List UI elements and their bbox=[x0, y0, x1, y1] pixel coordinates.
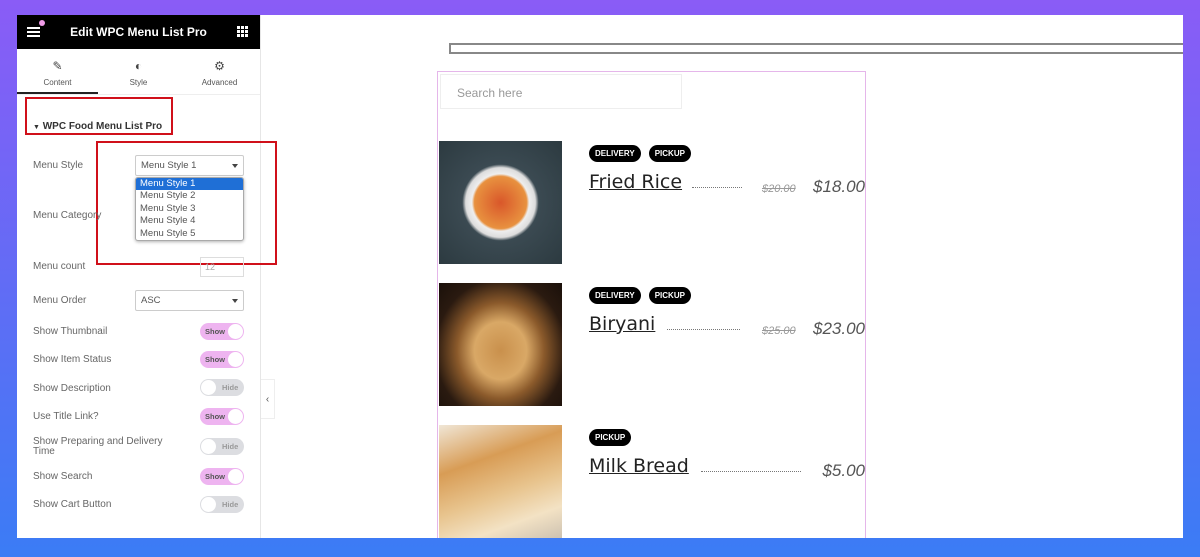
panel-header: Edit WPC Menu List Pro bbox=[17, 15, 260, 49]
milk-bread-thumbnail bbox=[439, 425, 562, 538]
menu-style-select[interactable]: Menu Style 1 bbox=[135, 155, 244, 176]
menu-style-dropdown: Menu Style 1 Menu Style 2 Menu Style 3 M… bbox=[135, 177, 244, 241]
item-title-link[interactable]: Fried Rice bbox=[589, 171, 682, 193]
caret-down-icon: ▼ bbox=[33, 124, 40, 131]
editor-frame: Edit WPC Menu List Pro ✎ Content ◐ Style ⚙… bbox=[17, 15, 1183, 538]
status-badge: PICKUP bbox=[648, 287, 691, 304]
menu-list-widget: Search here DELIVERY PICKUP Fried Rice $2… bbox=[437, 71, 866, 538]
use-title-link-toggle[interactable]: Show bbox=[200, 408, 244, 425]
fried-rice-thumbnail bbox=[439, 141, 562, 264]
hamburger-menu-icon[interactable] bbox=[27, 27, 40, 39]
collapse-panel-button[interactable]: ‹ bbox=[261, 379, 275, 419]
status-badge: PICKUP bbox=[589, 429, 632, 446]
toggle-label: Use Title Link? bbox=[33, 411, 99, 422]
old-price: $25.00 bbox=[762, 325, 796, 337]
show-description-toggle[interactable]: Hide bbox=[200, 379, 244, 396]
notification-dot bbox=[39, 20, 45, 26]
price: $18.00 bbox=[813, 177, 865, 196]
menu-style-label: Menu Style bbox=[33, 160, 84, 171]
dropdown-option[interactable]: Menu Style 5 bbox=[136, 228, 243, 240]
show-thumbnail-toggle[interactable]: Show bbox=[200, 323, 244, 340]
widgets-grid-icon[interactable] bbox=[237, 26, 248, 37]
menu-count-input[interactable]: 12 bbox=[200, 257, 244, 277]
tab-style[interactable]: ◐ Style bbox=[98, 49, 179, 94]
contrast-icon: ◐ bbox=[134, 59, 143, 73]
tab-label: Advanced bbox=[201, 78, 238, 87]
panel-tabs: ✎ Content ◐ Style ⚙ Advanced bbox=[17, 49, 260, 95]
toggle-label: Show Preparing and Delivery Time bbox=[33, 436, 163, 457]
dropdown-option[interactable]: Menu Style 3 bbox=[136, 203, 243, 215]
status-badge: DELIVERY bbox=[589, 287, 641, 304]
dropdown-option[interactable]: Menu Style 2 bbox=[136, 190, 243, 202]
item-title-link[interactable]: Milk Bread bbox=[589, 455, 689, 477]
toggle-label: Show Description bbox=[33, 383, 111, 394]
menu-count-label: Menu count bbox=[33, 261, 86, 272]
status-badge: PICKUP bbox=[648, 145, 691, 162]
toggle-label: Show Thumbnail bbox=[33, 326, 108, 337]
toggle-label: Show Item Status bbox=[33, 354, 112, 365]
tab-content[interactable]: ✎ Content bbox=[17, 49, 98, 94]
status-badge: DELIVERY bbox=[589, 145, 641, 162]
settings-panel: Edit WPC Menu List Pro ✎ Content ◐ Style ⚙… bbox=[17, 15, 277, 538]
panel-title: Edit WPC Menu List Pro bbox=[70, 25, 207, 39]
price: $5.00 bbox=[822, 461, 865, 480]
show-search-toggle[interactable]: Show bbox=[200, 468, 244, 485]
menu-order-label: Menu Order bbox=[33, 295, 87, 306]
item-title-link[interactable]: Biryani bbox=[589, 313, 655, 335]
preview-top-bar bbox=[449, 43, 1183, 54]
pencil-icon: ✎ bbox=[52, 59, 63, 73]
section-header[interactable]: ▼ WPC Food Menu List Pro bbox=[25, 97, 173, 135]
price: $23.00 bbox=[813, 319, 865, 338]
tab-advanced[interactable]: ⚙ Advanced bbox=[179, 49, 260, 94]
chevron-left-icon: ‹ bbox=[265, 394, 270, 405]
menu-item: DELIVERY PICKUP Fried Rice $20.00 $18.00 bbox=[438, 141, 867, 264]
tab-label: Style bbox=[129, 78, 148, 87]
biryani-thumbnail bbox=[439, 283, 562, 406]
gear-icon: ⚙ bbox=[214, 59, 225, 73]
show-preparing-time-toggle[interactable]: Hide bbox=[200, 438, 244, 455]
tab-label: Content bbox=[43, 78, 72, 87]
dropdown-option[interactable]: Menu Style 4 bbox=[136, 215, 243, 227]
search-input[interactable]: Search here bbox=[440, 74, 682, 109]
menu-item: DELIVERY PICKUP Biryani $25.00 $23.00 bbox=[438, 283, 867, 406]
show-cart-button-toggle[interactable]: Hide bbox=[200, 496, 244, 513]
menu-item: PICKUP Milk Bread $5.00 bbox=[438, 425, 867, 538]
dropdown-option[interactable]: Menu Style 1 bbox=[136, 178, 243, 191]
menu-category-label: Menu Category bbox=[33, 210, 102, 221]
old-price: $20.00 bbox=[762, 183, 796, 195]
show-item-status-toggle[interactable]: Show bbox=[200, 351, 244, 368]
toggle-label: Show Search bbox=[33, 471, 93, 482]
dotted-leader bbox=[692, 187, 742, 188]
section-title: WPC Food Menu List Pro bbox=[42, 121, 163, 132]
menu-order-select[interactable]: ASC bbox=[135, 290, 244, 311]
toggle-label: Show Cart Button bbox=[33, 499, 112, 510]
dotted-leader bbox=[667, 329, 740, 330]
dotted-leader bbox=[701, 471, 801, 472]
